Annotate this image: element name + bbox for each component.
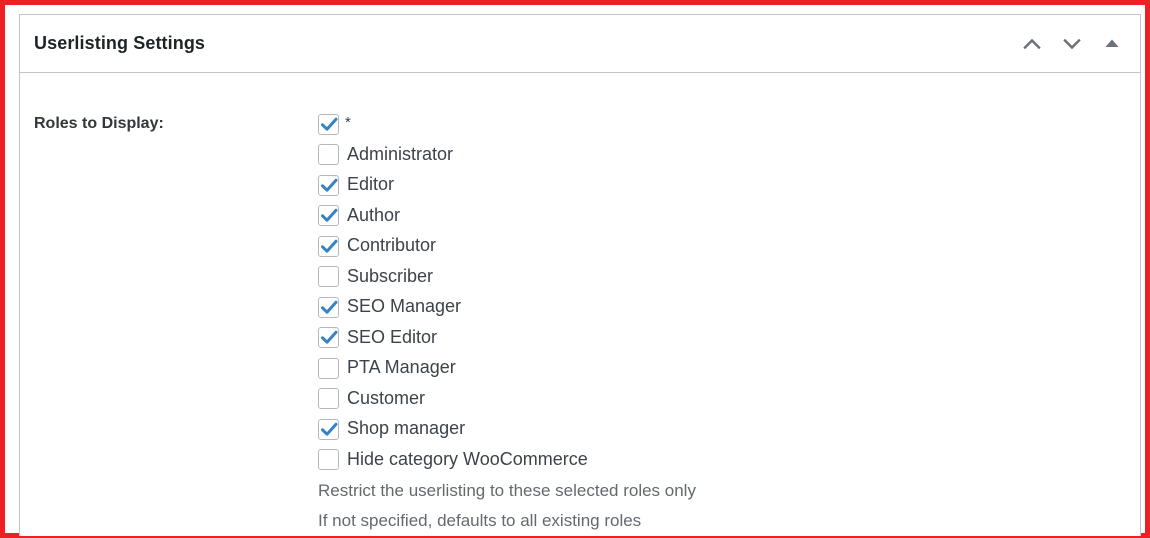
role-checkbox-label[interactable]: Administrator [347, 144, 453, 166]
role-checkbox[interactable] [318, 357, 339, 379]
userlisting-settings-metabox: Userlisting Settings Roles to Display: *… [19, 14, 1141, 536]
role-checkbox-label[interactable]: PTA Manager [347, 357, 456, 379]
page-title: Userlisting Settings [34, 32, 206, 53]
role-option-row: Hide category WooCommerce [318, 445, 1140, 476]
chevron-down-icon [1060, 32, 1084, 56]
role-checkbox-label[interactable]: SEO Manager [347, 296, 461, 318]
metabox-header: Userlisting Settings [20, 15, 1140, 73]
role-checkbox-label[interactable]: Subscriber [347, 266, 433, 288]
role-checkbox-label[interactable]: Customer [347, 388, 425, 410]
role-option-row: Author [318, 201, 1140, 232]
roles-to-display-control: * Administrator Editor Author Contributor Sub… [318, 109, 1140, 536]
roles-checkbox-list: * Administrator Editor Author Contributor Sub… [318, 109, 1140, 475]
role-checkbox[interactable] [318, 388, 339, 410]
role-checkbox-label[interactable]: Shop manager [347, 418, 465, 440]
role-checkbox-label[interactable]: Editor [347, 174, 394, 196]
role-option-row: Editor [318, 170, 1140, 201]
chevron-up-icon [1020, 32, 1044, 56]
role-option-row: SEO Manager [318, 292, 1140, 323]
role-option-row: Contributor [318, 231, 1140, 262]
move-up-button[interactable] [1012, 24, 1052, 64]
roles-help-text: If not specified, defaults to all existi… [318, 511, 642, 530]
role-checkbox-label[interactable]: SEO Editor [347, 327, 437, 349]
metabox-body: Roles to Display: * Administrator Editor Au… [20, 73, 1140, 536]
role-checkbox[interactable] [318, 113, 339, 135]
role-option-row: Administrator [318, 140, 1140, 171]
role-option-row: Shop manager [318, 414, 1140, 445]
role-checkbox[interactable] [318, 266, 339, 288]
role-checkbox[interactable] [318, 296, 339, 318]
role-checkbox-label[interactable]: Hide category WooCommerce [347, 449, 588, 471]
role-option-row: * [318, 109, 1140, 140]
highlight-frame: Userlisting Settings Roles to Display: *… [0, 0, 1150, 538]
role-checkbox[interactable] [318, 144, 339, 166]
role-option-row: PTA Manager [318, 353, 1140, 384]
role-option-row: Subscriber [318, 262, 1140, 293]
role-checkbox-label[interactable]: Author [347, 205, 400, 227]
metabox-header-actions [1012, 24, 1132, 64]
role-checkbox-label[interactable]: * [345, 114, 351, 132]
role-option-row: SEO Editor [318, 323, 1140, 354]
roles-help-text: Restrict the userlisting to these select… [318, 481, 696, 500]
triangle-up-icon [1101, 33, 1123, 55]
move-down-button[interactable] [1052, 24, 1092, 64]
role-checkbox[interactable] [318, 449, 339, 471]
role-checkbox[interactable] [318, 205, 339, 227]
role-checkbox[interactable] [318, 327, 339, 349]
role-option-row: Customer [318, 384, 1140, 415]
role-checkbox-label[interactable]: Contributor [347, 235, 436, 257]
role-checkbox[interactable] [318, 235, 339, 257]
role-checkbox[interactable] [318, 418, 339, 440]
role-checkbox[interactable] [318, 174, 339, 196]
toggle-panel-button[interactable] [1092, 24, 1132, 64]
roles-help-text-block: Restrict the userlisting to these select… [318, 476, 1140, 536]
roles-to-display-label: Roles to Display: [34, 115, 164, 132]
roles-to-display-field: Roles to Display: * Administrator Editor Au… [20, 73, 1140, 536]
